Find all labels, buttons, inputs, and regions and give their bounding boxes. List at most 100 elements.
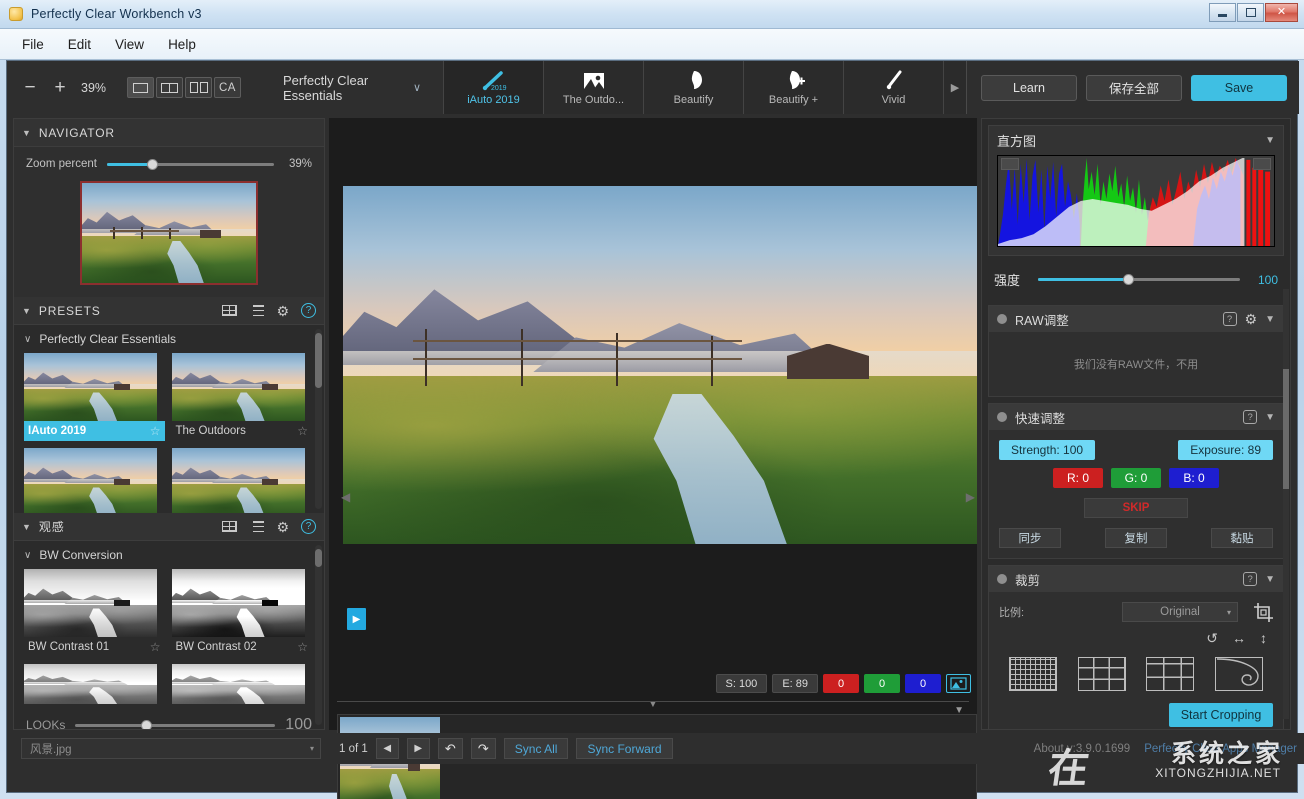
readout-green[interactable]: 0 (864, 674, 900, 693)
list-view-icon[interactable] (249, 305, 265, 316)
collapse-triangle-icon[interactable]: ▼ (1265, 574, 1275, 585)
sync-button[interactable]: 同步 (999, 528, 1061, 548)
red-pill[interactable]: R: 0 (1053, 468, 1103, 488)
save-button[interactable]: Save (1191, 74, 1287, 101)
copy-button[interactable]: 复制 (1105, 528, 1167, 548)
help-icon[interactable]: ? (1243, 410, 1258, 424)
star-icon[interactable]: ☆ (297, 424, 308, 438)
preset-item-beautify[interactable]: Beautify ☆ (24, 448, 165, 513)
histogram-left-handle[interactable] (1001, 158, 1019, 170)
favorite-the-outdoors[interactable]: The Outdo... (544, 61, 644, 114)
crop-header[interactable]: 裁剪 ? ▼ (989, 566, 1283, 592)
help-icon[interactable]: ? (301, 303, 316, 318)
look-item-bw-contrast-01[interactable]: BW Contrast 01 ☆ (24, 569, 165, 657)
exposure-pill[interactable]: Exposure: 89 (1178, 440, 1273, 460)
favorite-beautify[interactable]: Beautify (644, 61, 744, 114)
golden-spiral-overlay-icon[interactable] (1214, 657, 1263, 691)
thirds-grid-overlay-icon[interactable] (1077, 657, 1126, 691)
crop-icon[interactable] (1254, 602, 1273, 622)
grid-view-icon[interactable] (222, 305, 238, 316)
looks-header[interactable]: ▼ 观感 ⚙ ? (14, 513, 324, 541)
presets-header[interactable]: ▼ PRESETS ⚙ ? (14, 297, 324, 325)
navigator-thumbnail[interactable] (80, 181, 258, 285)
menu-item-file[interactable]: File (12, 33, 54, 56)
looks-group-row[interactable]: ∨ BW Conversion (14, 541, 324, 569)
green-pill[interactable]: G: 0 (1111, 468, 1161, 488)
view-mode-split[interactable] (156, 77, 183, 98)
zoom-out-button[interactable]: − (21, 78, 39, 97)
menu-item-help[interactable]: Help (158, 33, 206, 56)
favorite-vivid[interactable]: Vivid (844, 61, 944, 114)
preset-item-iauto-2019[interactable]: IAuto 2019 ☆ (24, 353, 165, 441)
preset-item-the-outdoors[interactable]: The Outdoors ☆ (171, 353, 313, 441)
rotate-icon[interactable]: ↺ (1206, 630, 1218, 647)
look-item-4[interactable] (171, 664, 313, 704)
histogram-header[interactable]: 直方图 ▼ (989, 126, 1283, 155)
file-select[interactable]: 风景.jpg ▾ (21, 738, 321, 759)
strength-pill[interactable]: Strength: 100 (999, 440, 1096, 460)
list-view-icon[interactable] (249, 521, 265, 532)
sync-all-button[interactable]: Sync All (503, 738, 569, 759)
gear-icon[interactable]: ⚙ (276, 304, 289, 318)
skip-button[interactable]: SKIP (1084, 498, 1188, 518)
maximize-button[interactable] (1237, 3, 1264, 22)
image-canvas[interactable]: ◀ ▶ S: 100 E: 89 0 0 0 (339, 118, 977, 693)
golden-grid-overlay-icon[interactable] (1146, 657, 1195, 691)
toggle-dot-icon[interactable] (997, 412, 1007, 422)
apps-manager-label[interactable]: Perfectly Clear Apps Manager (1144, 743, 1297, 755)
flip-horizontal-icon[interactable]: ↔ (1232, 630, 1246, 647)
play-button[interactable]: ▶ (347, 608, 366, 630)
zoom-in-button[interactable]: + (51, 78, 69, 97)
start-cropping-button[interactable]: Start Cropping (1169, 703, 1273, 727)
close-button[interactable]: ✕ (1265, 3, 1298, 22)
collapse-triangle-icon[interactable]: ▼ (1265, 412, 1275, 423)
zoom-percent-slider[interactable] (106, 157, 274, 171)
menu-item-view[interactable]: View (105, 33, 154, 56)
raw-adjust-header[interactable]: RAW调整 ? ⚙ ▼ (989, 306, 1283, 332)
look-item-bw-contrast-02[interactable]: BW Contrast 02 ☆ (171, 569, 313, 657)
preset-group-row[interactable]: ∨ Perfectly Clear Essentials (14, 325, 324, 353)
star-icon[interactable]: ☆ (150, 424, 161, 438)
view-mode-ca[interactable]: CA (214, 77, 241, 98)
looks-scrollbar[interactable] (315, 545, 322, 725)
learn-button[interactable]: Learn (981, 74, 1077, 101)
main-photo[interactable] (343, 186, 977, 544)
favorite-iauto-2019[interactable]: 2019 iAuto 2019 (444, 61, 544, 114)
strength-slider[interactable] (1038, 273, 1240, 287)
view-mode-single[interactable] (127, 77, 154, 98)
sync-forward-button[interactable]: Sync Forward (576, 738, 673, 759)
blue-pill[interactable]: B: 0 (1169, 468, 1219, 488)
toggle-dot-icon[interactable] (997, 574, 1007, 584)
slider-knob[interactable] (147, 158, 159, 170)
right-panel-scrollbar[interactable] (1283, 289, 1289, 719)
gear-icon[interactable]: ⚙ (1245, 312, 1258, 326)
star-icon[interactable]: ☆ (297, 640, 308, 654)
minimize-button[interactable] (1209, 3, 1236, 22)
collapse-triangle-icon[interactable]: ▼ (1265, 314, 1275, 325)
readout-exposure[interactable]: E: 89 (772, 674, 818, 693)
grid-view-icon[interactable] (222, 521, 238, 532)
gear-icon[interactable]: ⚙ (276, 520, 289, 534)
help-icon[interactable]: ? (301, 519, 316, 534)
flip-vertical-icon[interactable]: ↕ (1260, 630, 1267, 647)
panel-splitter[interactable]: ▼ (329, 698, 977, 710)
readout-blue[interactable]: 0 (905, 674, 941, 693)
quick-adjust-header[interactable]: 快速调整 ? ▼ (989, 404, 1283, 430)
view-mode-side-by-side[interactable] (185, 77, 212, 98)
histogram-right-handle[interactable] (1253, 158, 1271, 170)
fine-grid-overlay-icon[interactable] (1009, 657, 1058, 691)
slider-knob[interactable] (1122, 274, 1134, 285)
look-item-3[interactable] (24, 664, 165, 704)
readout-red[interactable]: 0 (823, 674, 859, 693)
readout-strength[interactable]: S: 100 (715, 674, 768, 693)
undo-button[interactable]: ↶ (437, 738, 463, 759)
preset-group-selector[interactable]: Perfectly Clear Essentials ∨ (283, 73, 421, 103)
crop-ratio-select[interactable]: Original ▾ (1122, 602, 1238, 622)
favorites-next-button[interactable]: ▶ (944, 61, 966, 114)
paste-button[interactable]: 黏贴 (1211, 528, 1273, 548)
save-all-button[interactable]: 保存全部 (1086, 74, 1182, 101)
star-icon[interactable]: ☆ (150, 640, 161, 654)
prev-button[interactable]: ◀ (375, 738, 399, 759)
prev-image-arrow[interactable]: ◀ (341, 490, 350, 504)
help-icon[interactable]: ? (1222, 312, 1237, 326)
